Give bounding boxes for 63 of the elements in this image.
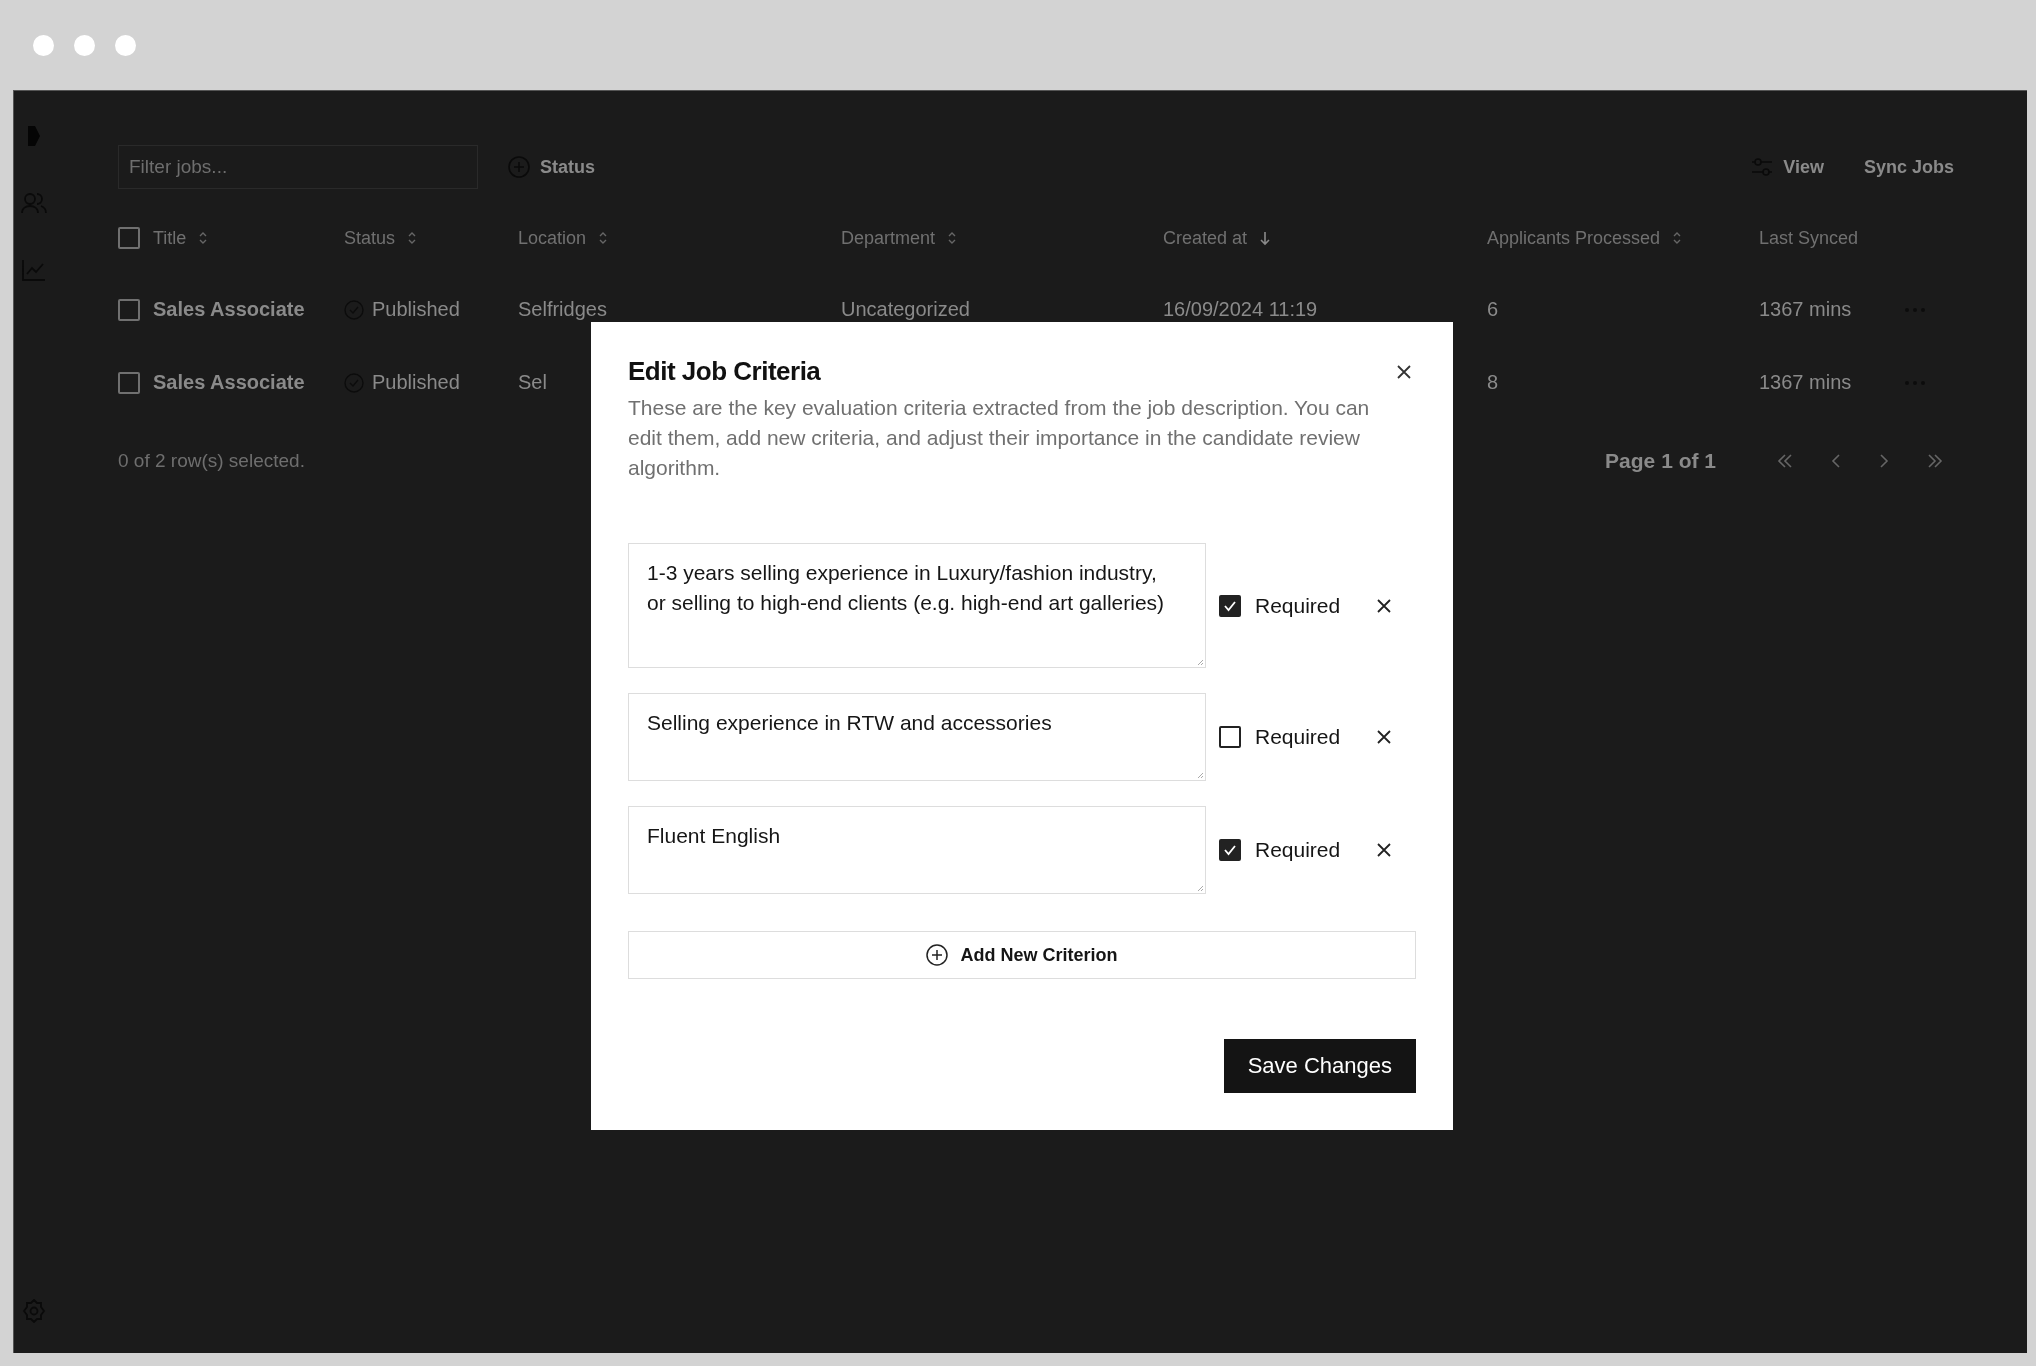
previous-page-icon[interactable] bbox=[1830, 453, 1842, 469]
job-title: Sales Associate bbox=[153, 371, 306, 394]
table-cell-text: Selfridges bbox=[518, 298, 608, 321]
column-header: Last Synced bbox=[1759, 227, 1859, 249]
view-button[interactable]: View bbox=[1741, 150, 1834, 184]
column-header: Created at bbox=[1163, 227, 1248, 249]
next-page-icon[interactable] bbox=[1878, 453, 1890, 469]
page-indicator: Page 1 of 1 bbox=[1605, 449, 1716, 473]
dialog-description: These are the key evaluation criteria extracted from the job description. You can edit them, add new criteria, and adjust their importance in the candidate review algorithm. bbox=[628, 395, 1371, 481]
column-header: Applicants Processed bbox=[1487, 227, 1661, 249]
required-checkbox[interactable] bbox=[1219, 839, 1241, 861]
checkmark-icon bbox=[1223, 844, 1237, 856]
row-checkbox[interactable] bbox=[118, 371, 140, 394]
required-label: Required bbox=[1255, 593, 1341, 618]
sort-icon[interactable] bbox=[947, 231, 958, 245]
plus-circle-icon bbox=[926, 944, 949, 966]
resize-handle-icon[interactable] bbox=[1196, 884, 1204, 892]
checkmark-icon bbox=[1223, 599, 1237, 612]
sort-icon[interactable] bbox=[598, 231, 609, 245]
required-checkbox[interactable] bbox=[1219, 594, 1241, 617]
close-icon bbox=[1396, 363, 1412, 380]
status-filter-button[interactable]: Status bbox=[498, 150, 605, 184]
sort-icon[interactable] bbox=[1672, 231, 1683, 245]
sort-descending-icon[interactable] bbox=[1259, 230, 1272, 246]
criterion-field[interactable]: 1-3 years selling experience in Luxury/fashion industry, or selling to high-end clients (e.g. high-end art galleries) bbox=[628, 543, 1206, 668]
close-icon bbox=[1376, 729, 1393, 745]
required-checkbox[interactable] bbox=[1219, 726, 1241, 748]
job-title: Sales Associate bbox=[153, 298, 306, 321]
dialog-title: Edit Job Criteria bbox=[628, 356, 821, 387]
add-criterion-button[interactable]: Add New Criterion bbox=[628, 931, 1416, 979]
required-label: Required bbox=[1255, 838, 1341, 862]
selection-count: 0 of 2 row(s) selected. bbox=[118, 450, 305, 472]
sort-icon[interactable] bbox=[407, 231, 418, 245]
resize-handle-icon[interactable] bbox=[1196, 771, 1204, 779]
close-icon bbox=[1376, 842, 1393, 858]
first-page-icon[interactable] bbox=[1776, 453, 1794, 469]
table-cell-text: 8 bbox=[1487, 371, 1500, 394]
window-dot[interactable] bbox=[74, 34, 95, 56]
status-text: Published bbox=[372, 298, 460, 321]
column-header: Status bbox=[344, 227, 396, 249]
last-page-icon[interactable] bbox=[1926, 453, 1944, 469]
window-dot[interactable] bbox=[115, 34, 136, 56]
table-cell-text: 1367 mins bbox=[1759, 371, 1853, 394]
column-header: Location bbox=[518, 227, 587, 249]
table-cell-text: Uncategorized bbox=[841, 298, 971, 321]
sync-jobs-button[interactable]: Sync Jobs bbox=[1853, 150, 1964, 184]
select-all-checkbox[interactable] bbox=[118, 227, 140, 249]
table-cell-text: Sel bbox=[518, 371, 548, 394]
table-cell-text: 1367 mins bbox=[1759, 298, 1853, 321]
table-cell-text: 16/09/2024 11:19 bbox=[1163, 298, 1319, 321]
column-header: Title bbox=[153, 227, 187, 249]
row-checkbox[interactable] bbox=[118, 298, 140, 321]
resize-handle-icon[interactable] bbox=[1196, 658, 1204, 666]
criterion-field[interactable]: Fluent English bbox=[628, 806, 1206, 894]
sort-icon[interactable] bbox=[198, 231, 209, 245]
window-dot[interactable] bbox=[33, 34, 54, 56]
close-icon bbox=[1376, 597, 1393, 614]
status-text: Published bbox=[372, 371, 460, 394]
required-label: Required bbox=[1255, 725, 1341, 749]
column-header: Department bbox=[841, 227, 936, 249]
criterion-field[interactable]: Selling experience in RTW and accessories bbox=[628, 693, 1206, 781]
table-cell-text: 6 bbox=[1487, 298, 1500, 321]
save-changes-button[interactable]: Save Changes bbox=[1223, 1039, 1416, 1093]
